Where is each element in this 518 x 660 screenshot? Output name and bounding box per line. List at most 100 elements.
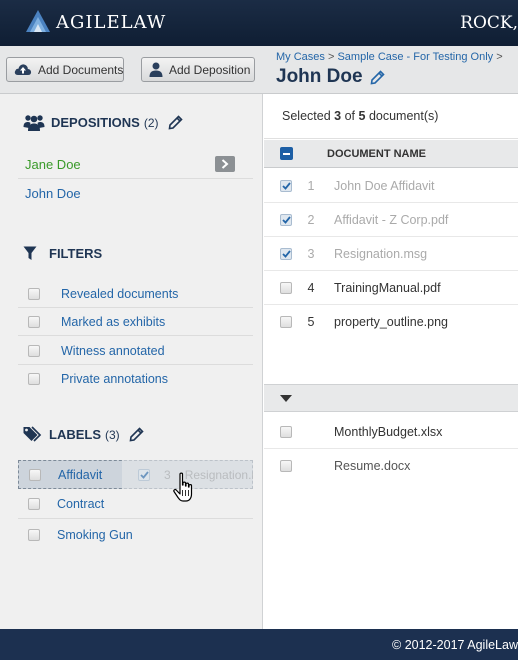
- filter-checkbox[interactable]: [28, 373, 40, 385]
- filter-revealed-documents[interactable]: Revealed documents: [18, 280, 253, 308]
- hand-pointer-cursor-icon: [172, 472, 198, 509]
- filter-label: Private annotations: [61, 372, 169, 386]
- table-header: DOCUMENT NAME: [264, 140, 518, 168]
- table-row[interactable]: 3 Resignation.msg: [264, 237, 518, 271]
- checked-checkbox: [138, 468, 150, 481]
- filter-checkbox[interactable]: [28, 344, 40, 357]
- breadcrumb-sample-case[interactable]: Sample Case - For Testing Only: [337, 51, 493, 63]
- pencil-edit-icon[interactable]: [370, 69, 385, 85]
- document-name[interactable]: Affidavit - Z Corp.pdf: [334, 213, 448, 227]
- cloud-upload-icon: [14, 63, 32, 76]
- labels-header: LABELS (3): [23, 426, 144, 443]
- filter-marked-as-exhibits[interactable]: Marked as exhibits: [18, 308, 253, 336]
- footer: © 2012-2017 AgileLaw: [0, 629, 518, 660]
- selected-count: 3: [334, 109, 342, 123]
- row-checkbox[interactable]: [280, 460, 292, 472]
- row-number: 1: [307, 178, 315, 193]
- label-text: Smoking Gun: [57, 527, 133, 542]
- add-documents-button[interactable]: Add Documents: [6, 57, 124, 82]
- filter-label: Witness annotated: [61, 343, 165, 358]
- pencil-edit-icon[interactable]: [168, 115, 183, 130]
- deposition-label: Jane Doe: [25, 156, 81, 172]
- user-icon: [149, 62, 163, 77]
- app-name: AGILELAW: [56, 12, 167, 33]
- table-row[interactable]: MonthlyBudget.xlsx: [264, 415, 518, 449]
- breadcrumb-separator: >: [496, 51, 503, 63]
- filter-witness-annotated[interactable]: Witness annotated: [18, 337, 253, 365]
- document-name[interactable]: Resume.docx: [334, 459, 410, 473]
- add-documents-label: Add Documents: [38, 62, 124, 77]
- pencil-edit-icon[interactable]: [129, 427, 144, 442]
- deposition-item-john-doe[interactable]: John Doe: [18, 179, 253, 208]
- checked-checkbox[interactable]: [280, 179, 292, 192]
- case-title-text: John Doe: [276, 66, 363, 87]
- checked-checkbox[interactable]: [280, 213, 292, 226]
- label-item-contract[interactable]: Contract: [18, 490, 253, 519]
- table-row[interactable]: 1 John Doe Affidavit: [264, 169, 518, 203]
- row-number: 5: [307, 315, 315, 329]
- tags-icon: [23, 426, 43, 443]
- deposition-item-jane-doe[interactable]: Jane Doe: [18, 150, 253, 179]
- breadcrumb-my-cases[interactable]: My Cases: [276, 51, 325, 63]
- table-row[interactable]: Resume.docx: [264, 449, 518, 483]
- label-checkbox[interactable]: [28, 498, 40, 510]
- label-checkbox[interactable]: [28, 528, 40, 541]
- label-item-smoking-gun[interactable]: Smoking Gun: [18, 520, 253, 549]
- row-number: 3: [307, 246, 315, 261]
- depositions-count: (2): [143, 115, 159, 130]
- mountain-logo-icon: [26, 10, 50, 32]
- document-name[interactable]: MonthlyBudget.xlsx: [334, 425, 442, 439]
- breadcrumb: My Cases > Sample Case - For Testing Onl…: [276, 51, 503, 63]
- filters-header: FILTERS: [23, 246, 102, 261]
- row-number: 4: [307, 280, 315, 295]
- agilelaw-logo[interactable]: AGILELAW: [24, 8, 166, 34]
- filters-title: FILTERS: [49, 246, 103, 261]
- depositions-header: DEPOSITIONS (2): [23, 114, 183, 131]
- document-name[interactable]: Resignation.msg: [334, 247, 427, 261]
- total-count: 5: [358, 109, 366, 123]
- label-checkbox[interactable]: [29, 468, 41, 481]
- filter-checkbox[interactable]: [28, 287, 40, 300]
- selection-suffix: document(s): [368, 109, 439, 123]
- deposition-label: John Doe: [25, 186, 81, 201]
- breadcrumb-separator: >: [327, 51, 335, 63]
- left-sidebar: DEPOSITIONS (2) Jane Doe John Doe FILTER…: [0, 94, 263, 629]
- users-icon: [23, 114, 45, 131]
- document-name[interactable]: property_outline.png: [334, 315, 448, 329]
- add-deposition-label: Add Deposition: [169, 62, 251, 77]
- row-checkbox[interactable]: [280, 425, 292, 438]
- chevron-right-icon[interactable]: [215, 156, 235, 172]
- toolbar: Add Documents Add Deposition My Cases > …: [0, 46, 518, 94]
- document-list-panel: Selected 3 of 5 document(s) DOCUMENT NAM…: [264, 94, 518, 629]
- labels-count: (3): [105, 427, 120, 442]
- table-row[interactable]: 2 Affidavit - Z Corp.pdf: [264, 203, 518, 237]
- row-checkbox[interactable]: [280, 281, 292, 294]
- label-text: Contract: [57, 497, 105, 511]
- table-row[interactable]: 4 TrainingManual.pdf: [264, 271, 518, 305]
- document-name[interactable]: TrainingManual.pdf: [334, 281, 441, 295]
- selection-of: of: [344, 109, 356, 123]
- filter-label: Marked as exhibits: [61, 314, 166, 329]
- select-all-checkbox[interactable]: [280, 147, 293, 160]
- top-header: AGILELAW ROCK,: [0, 0, 518, 46]
- column-header-document-name[interactable]: DOCUMENT NAME: [327, 148, 426, 160]
- filter-private-annotations[interactable]: Private annotations: [18, 365, 253, 393]
- group-toggle-bar[interactable]: [264, 384, 518, 412]
- table-row[interactable]: 5 property_outline.png: [264, 305, 518, 339]
- filter-checkbox[interactable]: [28, 315, 40, 328]
- filter-label: Revealed documents: [61, 286, 179, 301]
- row-checkbox[interactable]: [280, 316, 292, 328]
- drag-ghost-num: 3: [164, 467, 171, 482]
- add-deposition-button[interactable]: Add Deposition: [141, 57, 255, 82]
- filters-list: Revealed documents Marked as exhibits Wi…: [0, 280, 263, 396]
- user-name[interactable]: ROCK,: [460, 13, 518, 33]
- caret-down-icon[interactable]: [280, 395, 292, 402]
- row-number: 2: [307, 212, 315, 227]
- funnel-filter-icon: [23, 246, 37, 261]
- document-name[interactable]: John Doe Affidavit: [334, 179, 435, 193]
- label-text: Affidavit: [58, 467, 103, 482]
- selection-prefix: Selected: [282, 109, 331, 123]
- checked-checkbox[interactable]: [280, 247, 292, 260]
- copyright-text: © 2012-2017 AgileLaw: [392, 638, 518, 652]
- page-title: John Doe: [276, 66, 385, 88]
